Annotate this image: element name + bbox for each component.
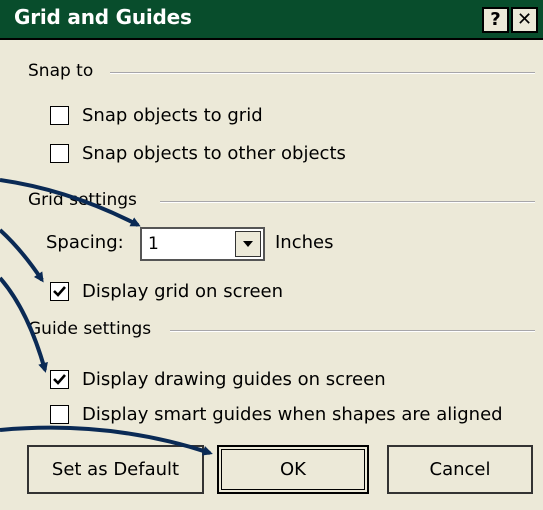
display-grid-label: Display grid on screen <box>82 281 284 302</box>
snap-to-objects-label: Snap objects to other objects <box>82 143 346 164</box>
snap-to-group-label: Snap to <box>28 61 100 81</box>
spacing-combobox[interactable]: 1 <box>140 227 265 261</box>
snap-to-grid-label: Snap objects to grid <box>82 105 263 126</box>
spacing-unit-label: Inches <box>275 232 334 253</box>
grid-settings-group-label: Grid settings <box>28 190 143 210</box>
spacing-dropdown-button[interactable] <box>235 231 261 257</box>
snap-to-grid-option[interactable]: Snap objects to grid <box>50 105 263 126</box>
snap-to-divider <box>110 72 535 74</box>
title-bar[interactable]: Grid and Guides ? ✕ <box>0 0 543 40</box>
checkmark-icon <box>53 374 66 385</box>
dialog-title: Grid and Guides <box>14 5 192 29</box>
display-drawing-guides-label: Display drawing guides on screen <box>82 369 386 390</box>
display-smart-guides-option[interactable]: Display smart guides when shapes are ali… <box>50 404 503 425</box>
close-icon: ✕ <box>516 9 533 30</box>
checkmark-icon <box>53 286 66 297</box>
set-as-default-button[interactable]: Set as Default <box>27 445 204 494</box>
grid-settings-divider <box>160 201 535 203</box>
snap-to-grid-checkbox[interactable] <box>50 106 69 125</box>
display-grid-option[interactable]: Display grid on screen <box>50 281 283 302</box>
help-button[interactable]: ? <box>482 7 509 33</box>
spacing-value[interactable]: 1 <box>148 234 159 254</box>
guide-settings-group-label: Guide settings <box>28 319 158 339</box>
snap-to-objects-checkbox[interactable] <box>50 144 69 163</box>
display-drawing-guides-checkbox[interactable] <box>50 370 69 389</box>
display-smart-guides-checkbox[interactable] <box>50 405 69 424</box>
guide-settings-divider <box>170 330 535 332</box>
chevron-down-icon <box>243 241 253 247</box>
spacing-label: Spacing: <box>46 232 124 253</box>
close-button[interactable]: ✕ <box>511 7 538 33</box>
ok-button[interactable]: OK <box>217 445 369 494</box>
help-icon: ? <box>490 9 501 30</box>
display-drawing-guides-option[interactable]: Display drawing guides on screen <box>50 369 386 390</box>
display-smart-guides-label: Display smart guides when shapes are ali… <box>82 404 503 425</box>
cancel-button[interactable]: Cancel <box>387 445 533 494</box>
grid-and-guides-dialog: Grid and Guides ? ✕ Snap to Snap objects… <box>0 0 543 510</box>
display-grid-checkbox[interactable] <box>50 282 69 301</box>
snap-to-objects-option[interactable]: Snap objects to other objects <box>50 143 346 164</box>
